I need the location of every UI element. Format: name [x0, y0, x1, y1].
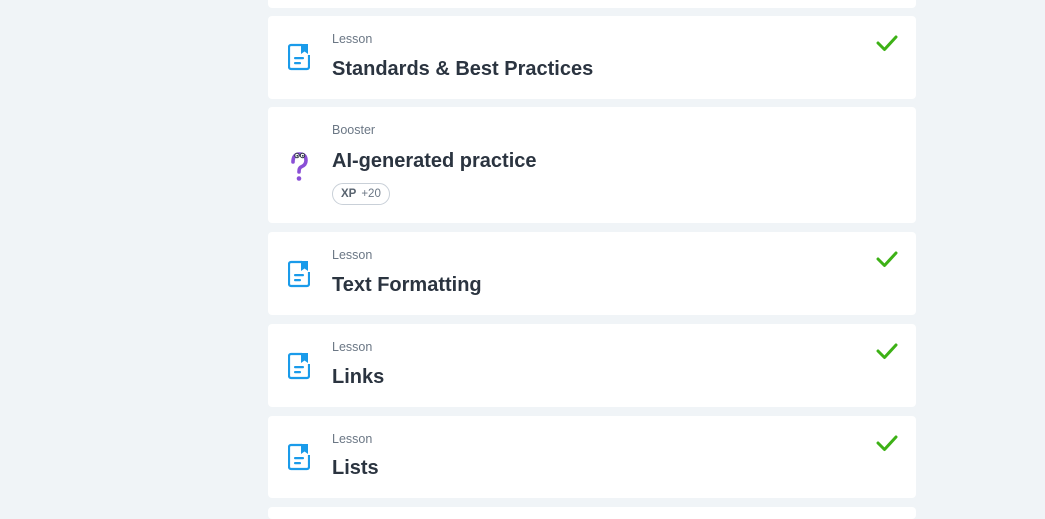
completed-check-icon	[876, 434, 898, 457]
lesson-card-standards[interactable]: Lesson Standards & Best Practices	[268, 16, 916, 99]
item-kind-label: Lesson	[332, 32, 373, 46]
lesson-card-links[interactable]: Lesson Links	[268, 324, 916, 407]
item-title: Text Formatting	[332, 274, 482, 296]
completed-check-icon	[876, 250, 898, 273]
item-title: Standards & Best Practices	[332, 58, 594, 80]
xp-value: +20	[361, 188, 381, 200]
completed-check-icon	[876, 34, 898, 57]
lesson-document-icon	[287, 43, 311, 76]
lesson-document-icon	[287, 260, 311, 293]
item-title: Links	[332, 366, 385, 388]
lesson-document-icon	[287, 352, 311, 385]
booster-card-ai-practice[interactable]: Booster AI-generated practice XP +20	[268, 107, 916, 223]
item-kind-label: Lesson	[332, 248, 373, 262]
completed-check-icon	[876, 342, 898, 365]
question-mark-character-icon	[288, 151, 310, 188]
item-title: Lists	[332, 457, 379, 479]
lesson-card-text-formatting[interactable]: Lesson Text Formatting	[268, 232, 916, 315]
list-item-previous[interactable]	[268, 0, 916, 8]
item-kind-label: Lesson	[332, 432, 373, 446]
lesson-document-icon	[287, 443, 311, 476]
item-kind-label: Booster	[332, 123, 376, 137]
item-kind-label: Lesson	[332, 340, 373, 354]
xp-label: XP	[341, 188, 357, 200]
xp-reward-badge: XP +20	[332, 183, 390, 205]
item-title: AI-generated practice	[332, 150, 537, 172]
lesson-card-lists[interactable]: Lesson Lists	[268, 416, 916, 498]
